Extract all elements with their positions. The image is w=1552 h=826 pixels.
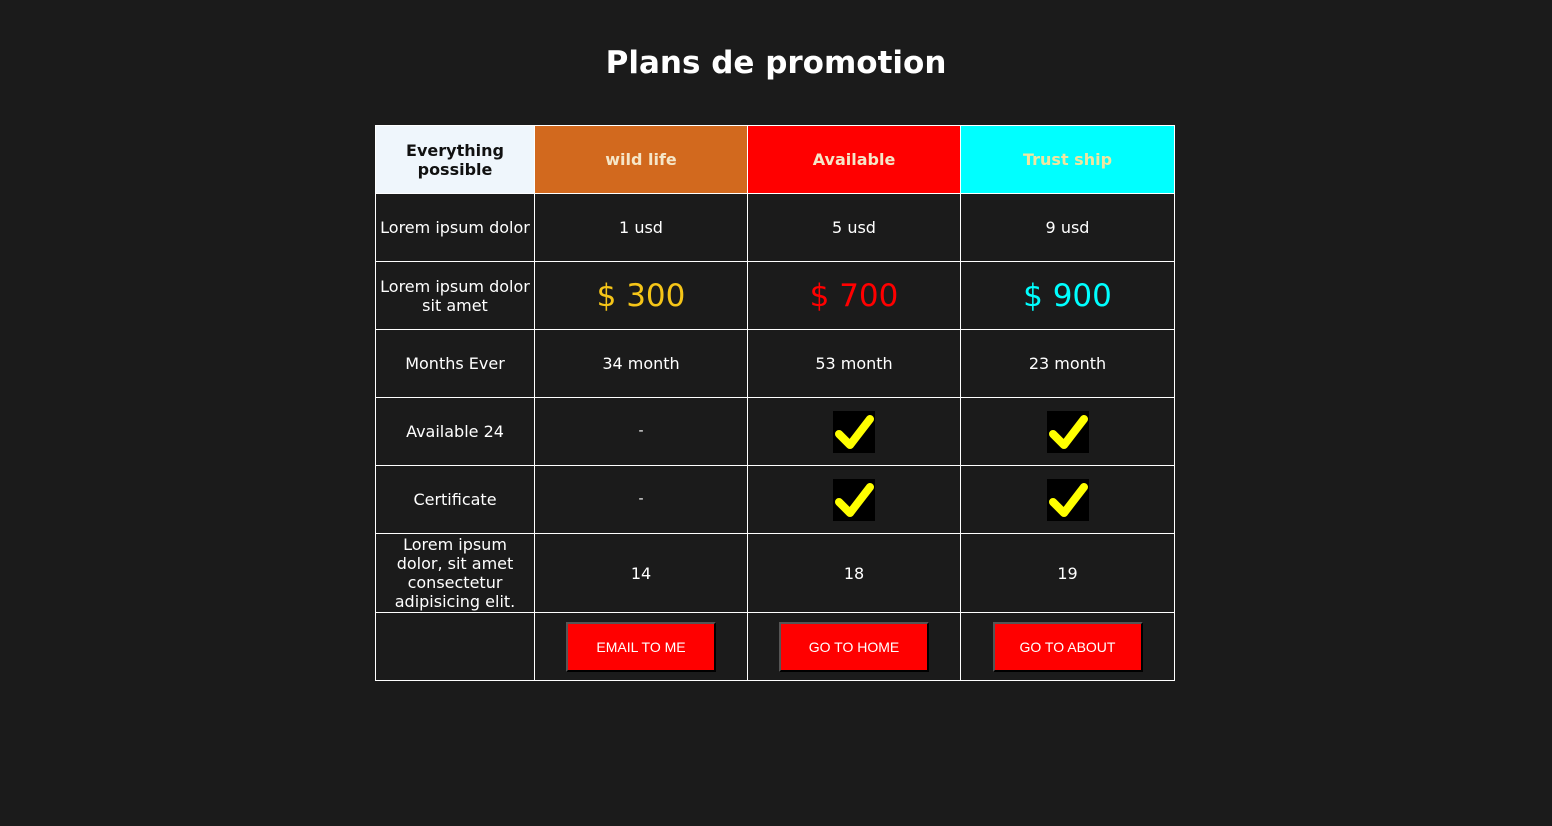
go-to-about-button[interactable]: GO TO ABOUT [992,621,1143,672]
row-label: Certificate [375,465,535,534]
cell-value: 9 usd [960,193,1175,262]
cell-value: 19 [960,533,1175,613]
table-row: Certificate - [375,465,1175,534]
empty-cell [375,612,535,681]
header-plan-trust-ship: Trust ship [960,125,1175,194]
cell-button: EMAIL TO ME [534,612,748,681]
price-wild-life: $ 300 [534,261,748,330]
cell-value: 18 [747,533,961,613]
cell-value: 5 usd [747,193,961,262]
go-to-home-button[interactable]: GO TO HOME [779,621,929,672]
check-icon [833,478,875,521]
row-label: Lorem ipsum dolor sit amet [375,261,535,330]
check-icon [833,410,875,453]
cell-value: 14 [534,533,748,613]
cell-value: 53 month [747,329,961,398]
price-trust-ship: $ 900 [960,261,1175,330]
cell-check [960,397,1175,466]
cell-check [960,465,1175,534]
cell-dash: - [534,465,748,534]
price-available: $ 700 [747,261,961,330]
row-label: Available 24 [375,397,535,466]
table-row: Months Ever 34 month 53 month 23 month [375,329,1175,398]
table-row-buttons: EMAIL TO ME GO TO HOME GO TO ABOUT [375,612,1175,681]
check-icon [1046,478,1089,521]
cell-value: 23 month [960,329,1175,398]
row-label: Lorem ipsum dolor [375,193,535,262]
table-row: Lorem ipsum dolor 1 usd 5 usd 9 usd [375,193,1175,262]
table-row: Lorem ipsum dolor sit amet $ 300 $ 700 $… [375,261,1175,330]
cell-button: GO TO ABOUT [960,612,1175,681]
pricing-table: Everything possible wild life Available … [375,125,1175,681]
email-to-me-button[interactable]: EMAIL TO ME [566,621,716,672]
header-plan-available: Available [747,125,961,194]
table-header-row: Everything possible wild life Available … [375,125,1175,194]
cell-check [747,465,961,534]
cell-button: GO TO HOME [747,612,961,681]
row-label: Months Ever [375,329,535,398]
table-row: Lorem ipsum dolor, sit amet consectetur … [375,533,1175,613]
header-corner: Everything possible [375,125,535,194]
cell-value: 1 usd [534,193,748,262]
cell-check [747,397,961,466]
row-label: Lorem ipsum dolor, sit amet consectetur … [375,533,535,613]
page-title: Plans de promotion [605,45,947,81]
header-plan-wild-life: wild life [534,125,748,194]
cell-dash: - [534,397,748,466]
check-icon [1046,410,1089,453]
table-row: Available 24 - [375,397,1175,466]
cell-value: 34 month [534,329,748,398]
